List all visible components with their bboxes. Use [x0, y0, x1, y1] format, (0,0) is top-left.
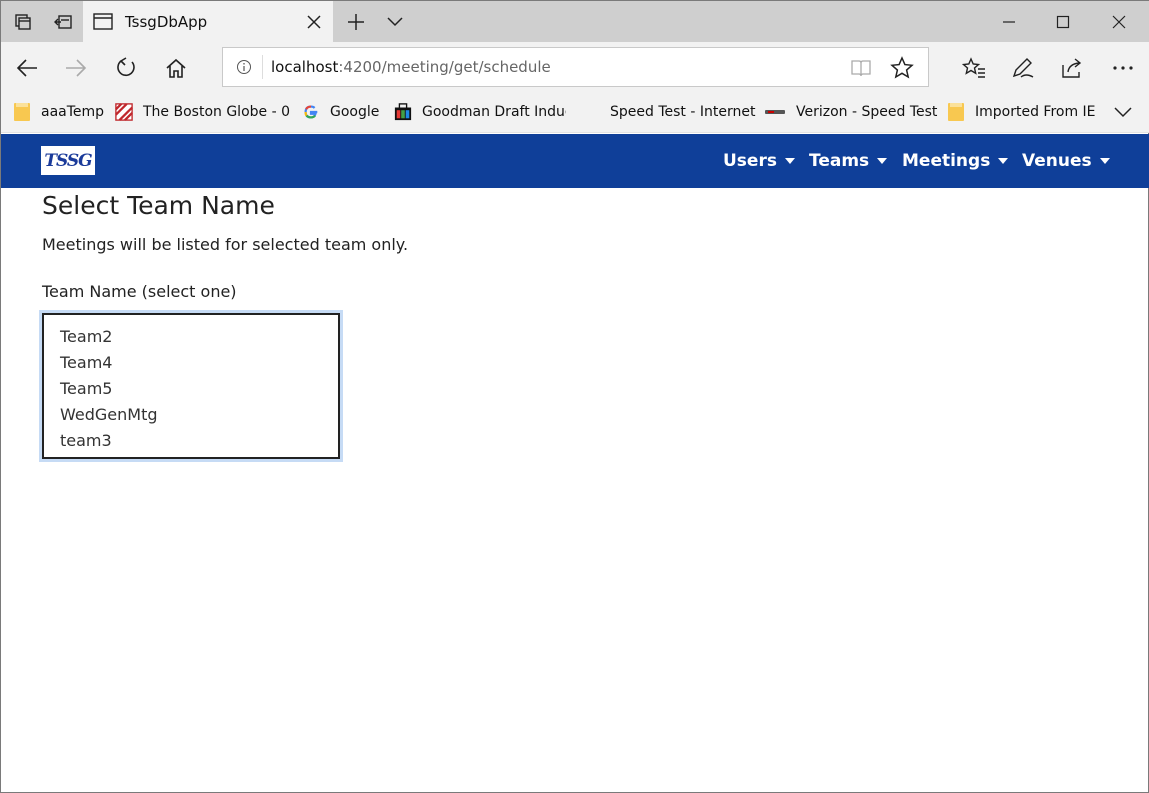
favorites-hub-icon[interactable]	[957, 51, 991, 85]
tab-title: TssgDbApp	[125, 12, 208, 31]
team-option[interactable]: team3	[44, 430, 338, 456]
favorite-star-icon[interactable]	[890, 56, 914, 80]
team-option[interactable]: WedGenMtg	[44, 404, 338, 430]
menu-users[interactable]: Users	[723, 134, 795, 188]
favorite-goodman[interactable]: Goodman Draft Induc	[394, 100, 566, 124]
favorites-overflow-chevron-icon[interactable]	[1114, 100, 1132, 124]
minimize-icon[interactable]	[989, 1, 1029, 42]
browser-toolbar: localhost:4200/meeting/get/schedule	[1, 42, 1149, 92]
pen-notes-icon[interactable]	[1006, 51, 1040, 85]
favorite-verizon[interactable]: Verizon - Speed Test	[764, 100, 937, 124]
menu-teams[interactable]: Teams	[809, 134, 888, 188]
page-subtitle: Meetings will be listed for selected tea…	[42, 235, 409, 254]
favorite-google[interactable]: Google	[302, 100, 379, 124]
caret-down-icon	[784, 158, 795, 164]
reading-view-icon[interactable]	[850, 57, 872, 79]
caret-down-icon	[877, 158, 888, 164]
caret-down-icon	[998, 158, 1009, 164]
team-option[interactable]: Team2	[44, 326, 338, 352]
browser-title-bar: TssgDbApp	[1, 1, 1149, 42]
favorite-imported-from-ie[interactable]: Imported From IE	[947, 100, 1096, 124]
tssg-logo[interactable]: TSSG	[41, 146, 95, 175]
new-tab-icon[interactable]	[341, 1, 371, 42]
forward-arrow-icon[interactable]	[59, 51, 93, 85]
menu-venues[interactable]: Venues	[1022, 134, 1110, 188]
team-option[interactable]: Team4	[44, 352, 338, 378]
folder-icon	[14, 103, 30, 121]
page-title: Select Team Name	[42, 191, 275, 220]
team-name-listbox[interactable]: Team2 Team4 Team5 WedGenMtg team3	[42, 313, 340, 459]
caret-down-icon	[1099, 158, 1110, 164]
favorite-aaatemp[interactable]: aaaTemp	[13, 100, 104, 124]
verizon-icon	[765, 110, 785, 114]
url-text[interactable]: localhost:4200/meeting/get/schedule	[271, 58, 551, 76]
menu-meetings[interactable]: Meetings	[902, 134, 1009, 188]
favorites-bar: aaaTemp The Boston Globe - 0 Google Good…	[1, 92, 1149, 133]
close-tab-icon[interactable]	[303, 11, 325, 33]
window-close-icon[interactable]	[1099, 1, 1139, 42]
favorite-boston-globe[interactable]: The Boston Globe - 0	[115, 100, 290, 124]
address-divider	[262, 55, 263, 79]
tab-list-chevron-icon[interactable]	[381, 1, 409, 42]
info-icon[interactable]	[236, 59, 252, 75]
app-navbar: TSSG Users Teams Meetings Venues	[1, 134, 1149, 188]
home-icon[interactable]	[159, 51, 193, 85]
back-arrow-icon[interactable]	[10, 51, 44, 85]
goodman-icon	[394, 103, 412, 121]
more-options-icon[interactable]	[1106, 51, 1140, 85]
team-option[interactable]: Team5	[44, 378, 338, 404]
tab-actions-icon[interactable]	[7, 1, 39, 42]
share-icon[interactable]	[1056, 51, 1090, 85]
boston-globe-icon	[115, 103, 133, 121]
refresh-icon[interactable]	[109, 51, 143, 85]
page-icon	[93, 13, 113, 31]
google-icon	[304, 105, 318, 119]
favorite-speed-test[interactable]: Speed Test - Internet	[610, 100, 755, 124]
browser-tab-active[interactable]: TssgDbApp	[83, 1, 333, 42]
address-bar[interactable]: localhost:4200/meeting/get/schedule	[222, 47, 929, 87]
team-name-label: Team Name (select one)	[42, 282, 237, 301]
folder-icon	[948, 103, 964, 121]
maximize-icon[interactable]	[1043, 1, 1083, 42]
set-aside-tabs-icon[interactable]	[47, 1, 79, 42]
